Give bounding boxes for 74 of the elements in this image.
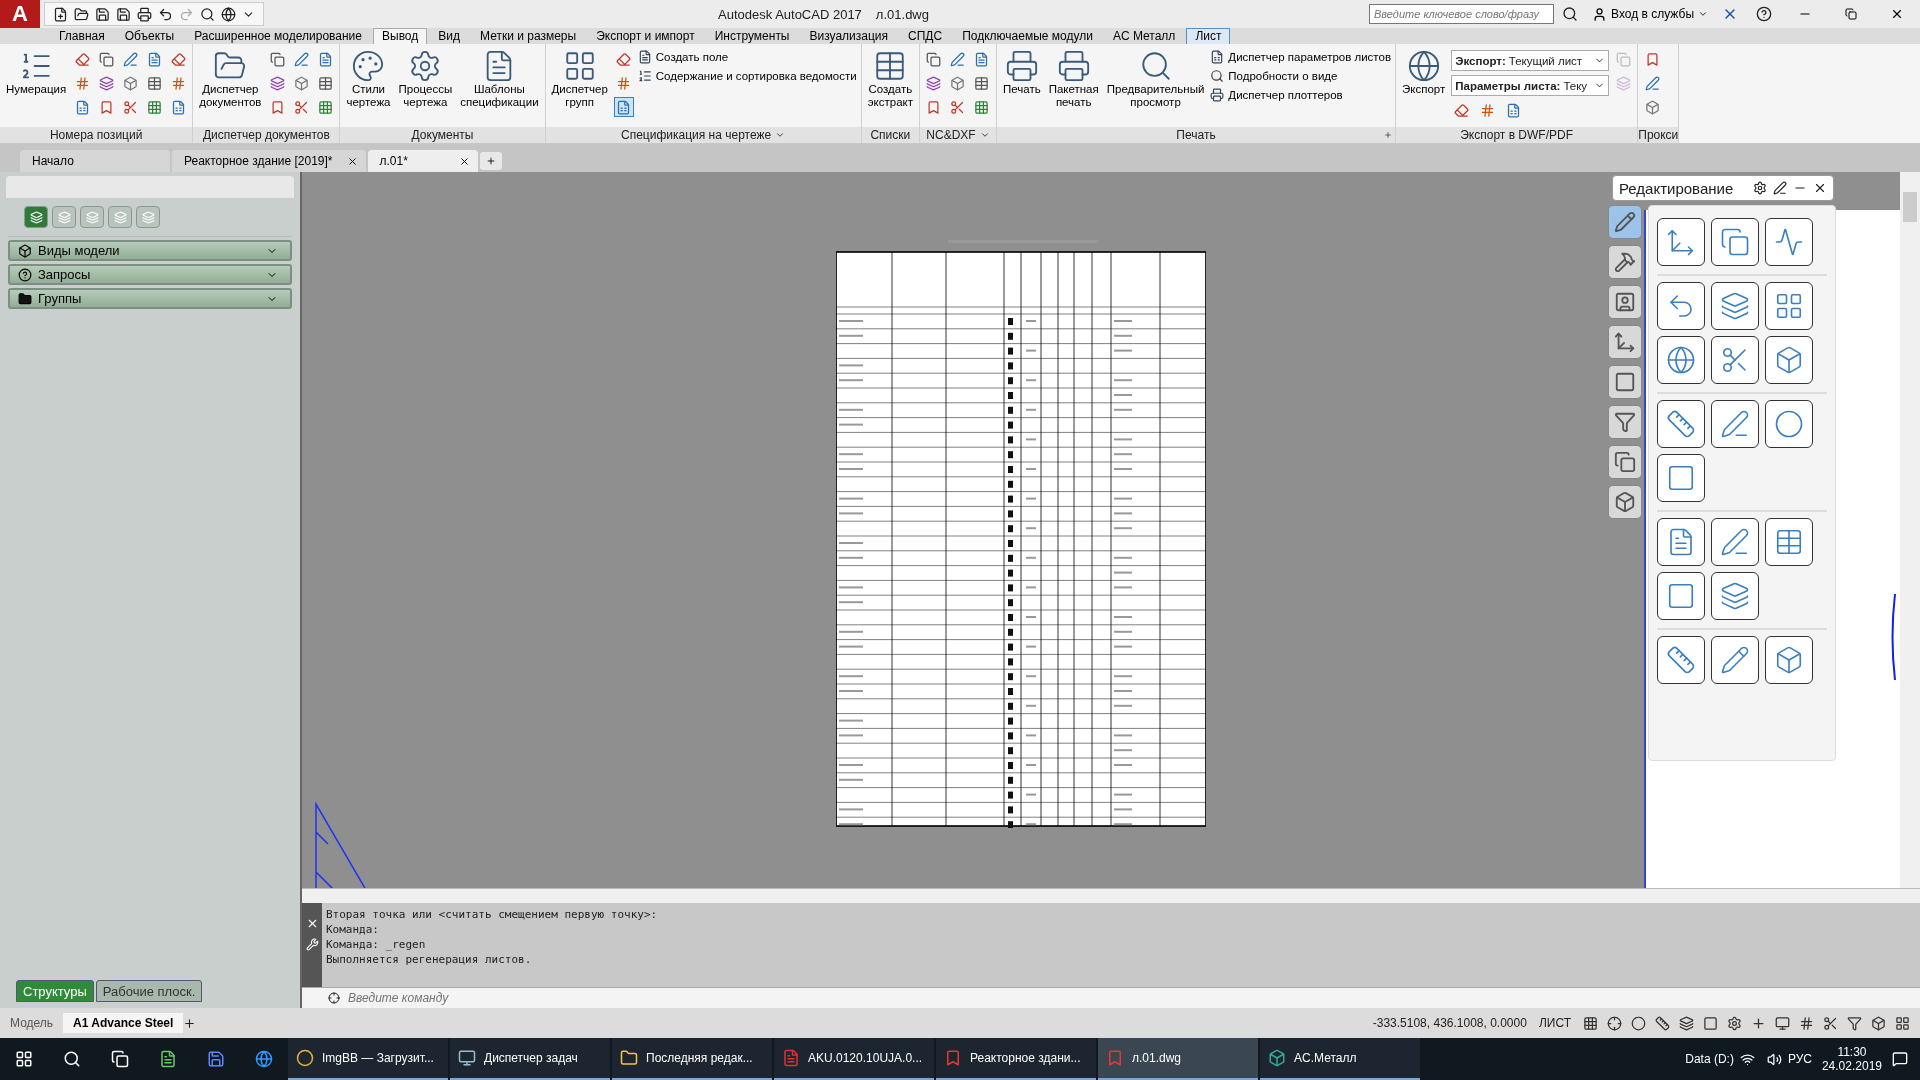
taskbar-item[interactable]: Диспетчер задач xyxy=(450,1038,610,1080)
ribbon-button[interactable]: Предварительный просмотр xyxy=(1104,47,1207,111)
clock-date: 24.02.2019 xyxy=(1821,1059,1882,1073)
section-header[interactable]: Группы xyxy=(8,288,292,309)
panel-tab[interactable]: Структуры xyxy=(16,980,94,1002)
clock-time: 11:30 xyxy=(1837,1045,1867,1059)
ribbon-button[interactable]: Пакетная печать xyxy=(1046,47,1101,111)
section-header[interactable]: Запросы xyxy=(8,264,292,285)
taskbar-item[interactable]: Реакторное здани... xyxy=(936,1038,1096,1080)
layout-tab[interactable]: A1 Advance Steel xyxy=(63,1013,184,1033)
ribbon-button[interactable]: Диспетчер параметров листов xyxy=(1210,50,1392,64)
ribbon-tab[interactable]: Вид xyxy=(429,28,469,44)
group-label: Экспорт в DWF/PDF xyxy=(1460,128,1574,142)
ribbon-button[interactable]: Печать xyxy=(1000,47,1043,98)
ribbon-tab[interactable]: Визуализация xyxy=(800,28,898,44)
ribbon-tab[interactable]: Подключаемые модули xyxy=(953,28,1102,44)
ribbon-button[interactable]: Диспетчер документов xyxy=(197,47,264,111)
ribbon-button[interactable]: Диспетчер групп xyxy=(549,47,610,111)
ribbon-button[interactable]: Создать экстракт xyxy=(865,47,915,111)
ribbon-tab[interactable]: СПДС xyxy=(899,28,952,44)
ribbon-tab[interactable]: Инструменты xyxy=(705,28,799,44)
document-tab[interactable]: л.01* xyxy=(367,150,478,172)
dropdown[interactable]: Параметры листа: Теку xyxy=(1451,75,1610,96)
app-menu-button[interactable]: A xyxy=(0,0,40,28)
group-label: Списки xyxy=(870,128,911,142)
ribbon-button[interactable]: Процессы чертежа xyxy=(396,47,455,111)
document-tab[interactable]: Начало xyxy=(20,150,170,172)
ribbon-tab[interactable]: AC Металл xyxy=(1103,28,1185,44)
ribbon-tab[interactable]: Лист xyxy=(1186,28,1231,44)
ribbon-button[interactable]: Содержание и сортировка ведомости xyxy=(637,69,857,83)
sign-in-button[interactable]: Вход в службы xyxy=(1586,5,1714,23)
ribbon-button[interactable]: Диспетчер плоттеров xyxy=(1210,88,1392,102)
section-header[interactable]: Виды модели xyxy=(8,240,292,261)
ribbon-tab[interactable]: Объекты xyxy=(115,28,184,44)
window-title: Autodesk AutoCAD 2017 xyxy=(718,6,862,22)
taskbar-item[interactable]: AKU.0120.10UJA.0... xyxy=(774,1038,934,1080)
language-indicator: РУС xyxy=(1787,1052,1812,1066)
group-label: Прокси xyxy=(1638,128,1679,142)
ribbon-tab[interactable]: Экспорт и импорт xyxy=(587,28,704,44)
group-label: Спецификация на чертеже xyxy=(621,128,772,142)
drive-label: Data (D:) xyxy=(1685,1052,1734,1066)
group-label: Диспетчер документов xyxy=(202,128,330,142)
ribbon-tab[interactable]: Расширенное моделирование xyxy=(185,28,371,44)
ribbon-button[interactable]: Стили чертежа xyxy=(344,47,393,111)
ribbon-button[interactable]: Подробности о виде xyxy=(1210,69,1392,83)
taskbar-item[interactable]: AC.Металл xyxy=(1260,1038,1420,1080)
ribbon-button[interactable]: Экспорт xyxy=(1400,47,1448,98)
group-label: Номера позиций xyxy=(49,128,143,142)
search-field[interactable]: Введите ключевое слово/фразу xyxy=(1369,4,1554,24)
command-line: Команда: _regen xyxy=(326,937,427,952)
taskbar-item[interactable]: л.01.dwg xyxy=(1098,1038,1258,1080)
panel-tab[interactable]: Рабочие плоск. xyxy=(95,980,203,1002)
document-tab[interactable]: Реакторное здание [2019]* xyxy=(172,150,366,172)
command-line: Команда: xyxy=(326,922,380,937)
layout-tab[interactable]: Модель xyxy=(0,1013,64,1033)
file-name: л.01.dwg xyxy=(875,6,929,22)
ribbon-button[interactable]: Создать поле xyxy=(637,50,857,64)
taskbar-item[interactable]: ImgBB — Загрузит... xyxy=(288,1038,448,1080)
group-label: Печать xyxy=(1176,128,1216,142)
command-input[interactable]: Введите команду xyxy=(346,990,950,1006)
dropdown[interactable]: Экспорт: Текущий лист xyxy=(1451,50,1610,71)
command-line: Выполняется регенерация листов. xyxy=(326,952,533,967)
coordinates: -333.5108, 436.1008, 0.0000 xyxy=(1372,1016,1527,1030)
ribbon-tab[interactable]: Главная xyxy=(50,28,114,44)
command-line: Вторая точка или <считать смещением первую точку>: xyxy=(326,907,659,922)
ribbon-tab[interactable]: Метки и размеры xyxy=(471,28,586,44)
taskbar-item[interactable]: Последняя редак... xyxy=(612,1038,772,1080)
group-label: Документы xyxy=(411,128,474,142)
ribbon-tab[interactable]: Вывод xyxy=(373,28,428,44)
command-field[interactable]: Введите команду xyxy=(302,987,1920,1008)
palette-title: Редактирование xyxy=(1619,179,1735,197)
ribbon-button[interactable]: Шаблоны спецификации xyxy=(458,47,541,111)
ribbon-button[interactable]: Нумерация xyxy=(4,47,69,98)
group-label: NC&DXF xyxy=(926,128,976,142)
